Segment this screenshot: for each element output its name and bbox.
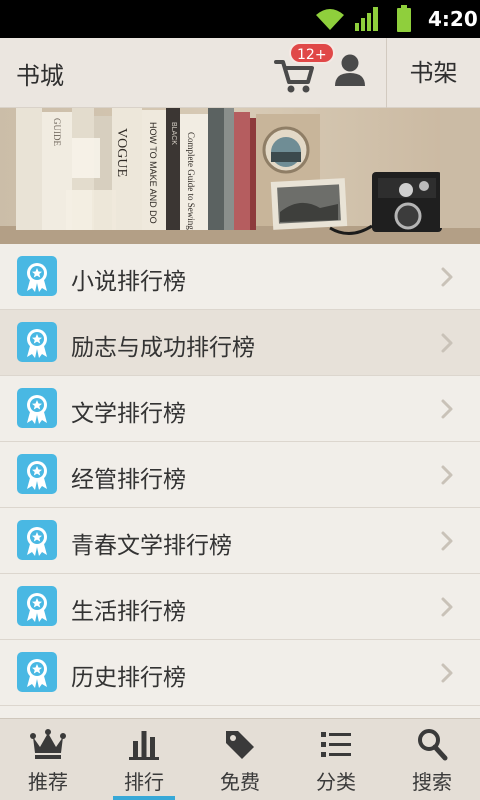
active-tab-indicator: [113, 796, 175, 800]
user-icon: [335, 54, 365, 86]
bar-chart-icon: [129, 731, 159, 760]
bottom-navigation: 推荐 排行 免费 分类 搜索: [0, 718, 480, 800]
chevron-right-icon: [441, 597, 453, 617]
top-app-bar: 书城 12+ 书架: [0, 38, 480, 108]
cart-count-badge: 12+: [289, 42, 335, 64]
nav-item-recommend[interactable]: 推荐: [0, 719, 96, 800]
list-item[interactable]: 励志与成功排行榜: [0, 310, 480, 376]
chevron-right-icon: [441, 267, 453, 287]
nav-item-search[interactable]: 搜索: [384, 719, 480, 800]
chevron-right-icon: [441, 531, 453, 551]
nav-label: 排行: [124, 770, 164, 794]
banner-carousel[interactable]: VOGUE HOW TO MAKE AND DO Complete Guide …: [0, 108, 480, 244]
nav-item-ranking[interactable]: 排行: [96, 719, 192, 800]
nav-item-free[interactable]: 免费: [192, 719, 288, 800]
list-item-label: 文学排行榜: [71, 401, 186, 427]
list-item-label: 青春文学排行榜: [71, 533, 232, 559]
search-icon: [418, 729, 448, 761]
list-icon: [321, 732, 351, 757]
chevron-right-icon: [441, 333, 453, 353]
ribbon-badge-icon: [17, 652, 57, 692]
ranking-list: 小说排行榜励志与成功排行榜 文学排行榜经管排行榜青春文学排行榜 生活排行榜历史排行榜: [0, 244, 480, 718]
list-item[interactable]: 历史排行榜: [0, 640, 480, 706]
list-item[interactable]: 生活排行榜: [0, 574, 480, 640]
list-item-label: 生活排行榜: [71, 599, 186, 625]
list-item-label: 历史排行榜: [71, 665, 186, 691]
ribbon-badge-icon: [17, 256, 57, 296]
tag-icon: [226, 731, 254, 759]
crown-icon: [30, 729, 66, 759]
chevron-right-icon: [441, 465, 453, 485]
signal-icon: [355, 7, 378, 31]
svg-text:BLACK: BLACK: [170, 122, 177, 145]
page-title: 书城: [16, 62, 64, 90]
nav-label: 推荐: [28, 770, 68, 794]
nav-label: 免费: [220, 770, 260, 794]
status-bar: 4:20: [0, 0, 480, 38]
clock: 4:20: [428, 7, 478, 31]
list-item[interactable]: 青春文学排行榜: [0, 508, 480, 574]
ribbon-badge-icon: [17, 322, 57, 362]
svg-text:GUIDE: GUIDE: [52, 118, 62, 146]
svg-text:HOW TO MAKE AND DO: HOW TO MAKE AND DO: [148, 122, 158, 224]
list-item[interactable]: 经管排行榜: [0, 442, 480, 508]
list-item-partial[interactable]: [0, 706, 480, 718]
nav-item-category[interactable]: 分类: [288, 719, 384, 800]
nav-label: 分类: [316, 770, 356, 794]
nav-label: 搜索: [412, 770, 452, 794]
chevron-right-icon: [441, 399, 453, 419]
svg-text:Complete Guide to Sewing: Complete Guide to Sewing: [186, 132, 196, 230]
list-item-label: 励志与成功排行榜: [71, 335, 255, 361]
ribbon-badge-icon: [17, 454, 57, 494]
list-item-label: 经管排行榜: [71, 467, 186, 493]
banner-image: VOGUE HOW TO MAKE AND DO Complete Guide …: [0, 108, 480, 244]
ribbon-badge-icon: [17, 520, 57, 560]
ribbon-badge-icon: [17, 586, 57, 626]
battery-icon: [397, 5, 411, 32]
bookshelf-button[interactable]: 书架: [387, 38, 480, 108]
list-item[interactable]: 小说排行榜: [0, 244, 480, 310]
list-item-label: 小说排行榜: [71, 269, 186, 295]
chevron-right-icon: [441, 663, 453, 683]
list-item[interactable]: 文学排行榜: [0, 376, 480, 442]
user-button[interactable]: [330, 48, 370, 94]
svg-text:VOGUE: VOGUE: [114, 128, 129, 177]
ribbon-badge-icon: [17, 388, 57, 428]
wifi-icon: [316, 9, 344, 30]
